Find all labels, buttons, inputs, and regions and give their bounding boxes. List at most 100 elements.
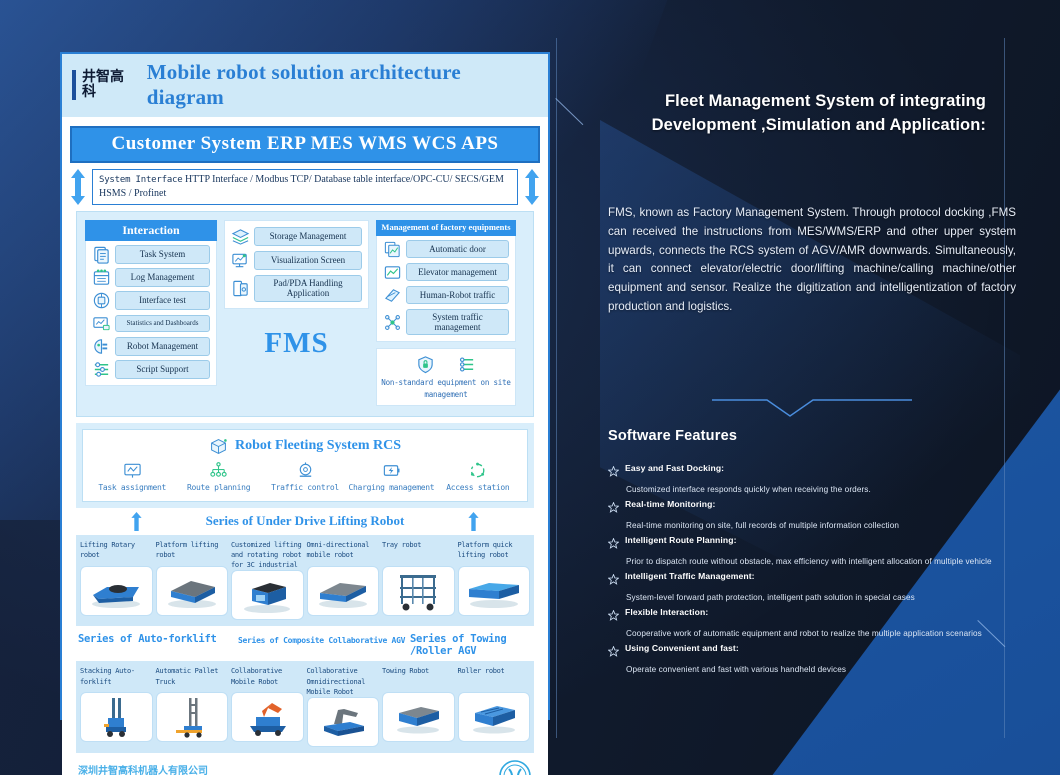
- factory-label: Elevator management: [406, 263, 509, 282]
- factory-item-human-robot-traffic[interactable]: Human-Robot traffic: [383, 286, 509, 305]
- robot-caption: Customized lifting and rotating robot fo…: [231, 540, 302, 570]
- robot-caption: Collaborative Mobile Robot: [231, 667, 282, 686]
- feature-head: Real-time Monitoring:: [607, 499, 1008, 518]
- robot-caption: Omni-directional mobile robot: [306, 540, 370, 560]
- robot-card[interactable]: Omni-directional mobile robot: [306, 540, 379, 620]
- robot-stacking-forklift: [80, 692, 153, 743]
- star-icon: [607, 536, 620, 554]
- interaction-label: Interface test: [115, 291, 210, 310]
- feature-item: Real-time Monitoring: Real-time monitori…: [607, 499, 1008, 530]
- robot-roller: [457, 692, 530, 743]
- wellwit-logo-icon: [498, 759, 532, 775]
- interaction-label: Log Management: [115, 268, 210, 287]
- robot-card[interactable]: Tray robot: [382, 540, 455, 620]
- robot-card[interactable]: Collaborative Omnidirectional Mobile Rob…: [306, 666, 379, 747]
- factory-label: System traffic management: [406, 308, 509, 336]
- feature-heading: Real-time Monitoring:: [625, 499, 716, 509]
- page-title: Mobile robot solution architecture diagr…: [146, 60, 461, 109]
- rcs-label: Access station: [446, 482, 510, 492]
- customer-system-list: ERP MES WMS WCS APS: [266, 133, 499, 154]
- factory-item-automatic-door[interactable]: Automatic door: [383, 240, 509, 259]
- rcs-label: Task assignment: [98, 482, 167, 492]
- robot-collab-omni: [306, 696, 379, 747]
- robot-head-icon: [92, 337, 111, 356]
- rcs-item-task-assignment[interactable]: Task assignment: [89, 461, 175, 492]
- feature-description: Prior to dispatch route without obstacle…: [626, 557, 992, 566]
- feature-item: Intelligent Traffic Management: System-l…: [607, 571, 1008, 602]
- nonstandard-icons: [381, 355, 511, 374]
- feature-heading: Intelligent Route Planning:: [625, 535, 737, 545]
- robot-collab-mobile: [231, 692, 304, 743]
- interaction-item-script-support[interactable]: Script Support: [92, 360, 210, 379]
- interaction-item-task-system[interactable]: Task System: [92, 245, 210, 264]
- star-icon: [607, 608, 620, 626]
- robot-card[interactable]: Collaborative Mobile Robot: [231, 666, 304, 746]
- robot-caption: Stacking Auto-forklift: [80, 667, 135, 686]
- robot-customized-3c: [231, 570, 304, 621]
- interaction-item-interface-test[interactable]: Interface test: [92, 291, 210, 310]
- robot-card[interactable]: Customized lifting and rotating robot fo…: [231, 540, 304, 621]
- customer-system-bar: Customer System ERP MES WMS WCS APS: [70, 126, 540, 163]
- star-icon: [607, 464, 620, 482]
- traffic-light-icon: [296, 461, 315, 480]
- architecture-poster: 井智高科 Mobile robot solution architecture …: [60, 52, 550, 775]
- factory-equipment-column: Management of factory equipments Automat…: [376, 220, 516, 406]
- rcs-box: Robot Fleeting System RCS Task assignmen…: [82, 428, 528, 502]
- robot-card[interactable]: Platform lifting robot: [155, 540, 228, 620]
- robot-platform-quick: [457, 565, 530, 616]
- rcs-wrapper: Robot Fleeting System RCS Task assignmen…: [76, 422, 534, 508]
- layers-icon: [231, 227, 250, 246]
- robot-caption: Platform quick lifting robot: [457, 540, 513, 560]
- poster-title-bar: 井智高科 Mobile robot solution architecture …: [62, 54, 548, 117]
- middle-item-visualization-screen[interactable]: Visualization Screen: [231, 251, 362, 270]
- screen-chart-icon: [231, 251, 250, 270]
- factory-label: Automatic door: [406, 240, 509, 259]
- robot-lifting-rotary: [80, 565, 153, 616]
- feature-heading: Intelligent Traffic Management:: [625, 571, 755, 581]
- interaction-item-robot-management[interactable]: Robot Management: [92, 337, 210, 356]
- series-composite-label: Series of Composite Collaborative AGV: [238, 636, 406, 646]
- robot-towing: [382, 692, 455, 743]
- middle-label: Storage Management: [254, 227, 362, 246]
- feature-heading: Easy and Fast Docking:: [625, 463, 725, 473]
- interaction-item-statistics-dashboards[interactable]: Statistics and Dashboards: [92, 314, 210, 333]
- feature-description: Real-time monitoring on site, full recor…: [626, 521, 899, 530]
- robot-card[interactable]: Platform quick lifting robot: [457, 540, 530, 620]
- feature-head: Intelligent Route Planning:: [607, 535, 1008, 554]
- robot-card[interactable]: Lifting Rotary robot: [80, 540, 153, 620]
- star-icon: [607, 572, 620, 590]
- rcs-item-charging-management[interactable]: Charging management: [348, 461, 435, 492]
- poster-footer: 深圳井智高科机器人有限公司 Shenzhen Wellwit Robotics …: [78, 759, 532, 775]
- rcs-item-route-planning[interactable]: Route planning: [175, 461, 261, 492]
- interaction-item-log-management[interactable]: Log Management: [92, 268, 210, 287]
- robot-card[interactable]: Towing Robot: [382, 666, 455, 746]
- robots-row-2: Stacking Auto-forklift Automatic Pallet …: [76, 661, 534, 753]
- interaction-label: Task System: [115, 245, 210, 264]
- robot-caption: Towing Robot: [382, 667, 429, 676]
- robot-caption: Platform lifting robot: [155, 540, 219, 560]
- rcs-header: Robot Fleeting System RCS: [89, 437, 521, 456]
- robot-omni-directional: [306, 565, 379, 616]
- rcs-item-traffic-control[interactable]: Traffic control: [262, 461, 348, 492]
- middle-item-storage-management[interactable]: Storage Management: [231, 227, 362, 246]
- battery-bolt-icon: [382, 461, 401, 480]
- nonstandard-equipment-box: Non-standard equipment on site managemen…: [376, 348, 516, 406]
- series-labels-row: Series of Auto-forklift Series of Compos…: [78, 633, 532, 657]
- factory-label: Human-Robot traffic: [406, 286, 509, 305]
- elevator-icon: [383, 263, 402, 282]
- feature-head: Easy and Fast Docking:: [607, 463, 1008, 482]
- factory-item-system-traffic-management[interactable]: System traffic management: [383, 308, 509, 336]
- rcs-label: Route planning: [186, 482, 251, 492]
- robot-card[interactable]: Stacking Auto-forklift: [80, 666, 153, 746]
- system-interface-box: System Interface HTTP Interface / Modbus…: [92, 169, 518, 205]
- feature-description: Cooperative work of automatic equipment …: [626, 629, 982, 638]
- middle-item-pad-pda[interactable]: Pad/PDA Handling Application: [231, 275, 362, 302]
- rcs-title: Robot Fleeting System RCS: [234, 438, 402, 454]
- robot-card[interactable]: Automatic Pallet Truck: [155, 666, 228, 746]
- robot-card[interactable]: Roller robot: [457, 666, 530, 746]
- rcs-item-access-station[interactable]: Access station: [435, 461, 521, 492]
- series-under-drive-bar: Series of Under Drive Lifting Robot: [70, 511, 540, 531]
- right-panel-paragraph: FMS, known as Factory Management System.…: [608, 206, 1016, 313]
- factory-item-elevator-management[interactable]: Elevator management: [383, 263, 509, 282]
- feature-head: Using Convenient and fast:: [607, 643, 1008, 662]
